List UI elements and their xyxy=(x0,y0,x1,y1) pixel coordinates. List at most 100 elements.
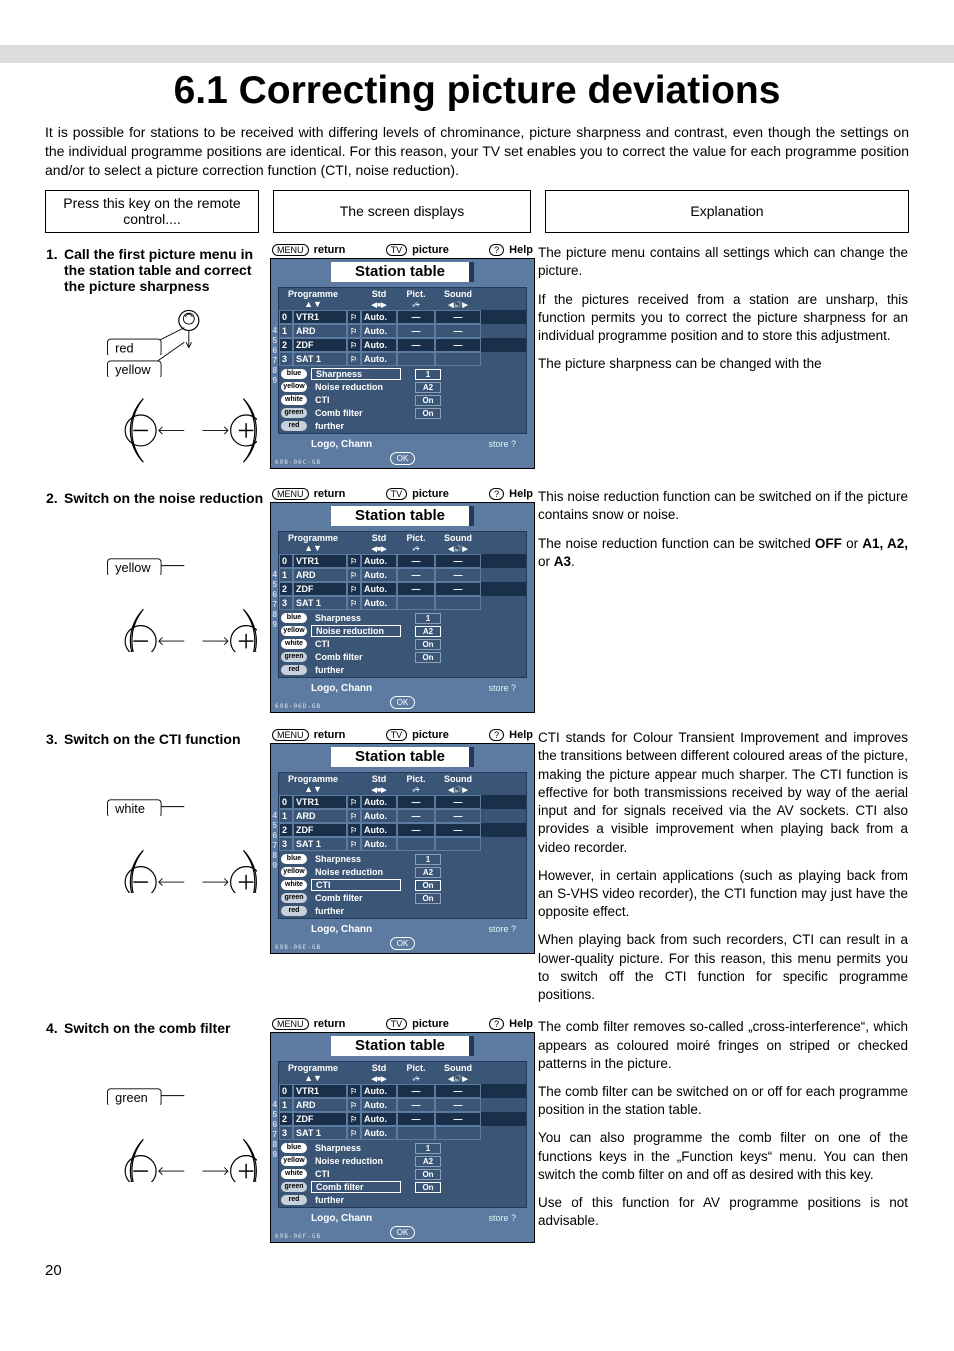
step-heading: 1. Call the first picture menu in the st… xyxy=(46,246,267,294)
explanation-paragraph: When playing back from such recorders, C… xyxy=(538,931,908,1004)
menu-pill[interactable]: MENU xyxy=(272,729,309,741)
row-sound: — xyxy=(435,338,481,352)
flag-icon xyxy=(347,1112,361,1126)
setting-label: further xyxy=(311,1195,401,1205)
yellow-chip[interactable]: yellow xyxy=(281,382,307,392)
osd-head-std: Std◀■▶ xyxy=(361,532,397,554)
tv-pill[interactable]: TV xyxy=(386,1018,408,1030)
help-label: Help xyxy=(509,729,533,741)
osd-head-sound: Sound◀🔊▶ xyxy=(435,1062,481,1084)
help-pill[interactable]: ? xyxy=(489,1018,504,1030)
red-chip[interactable]: red xyxy=(281,1195,307,1205)
tv-pill[interactable]: TV xyxy=(386,488,408,500)
osd-head-prog: Programme▲▼ xyxy=(279,532,347,554)
row-num: 3 xyxy=(279,1126,293,1140)
green-chip[interactable]: green xyxy=(281,893,307,903)
help-pill[interactable]: ? xyxy=(489,729,504,741)
row-num: 0 xyxy=(279,1084,293,1098)
flag-icon xyxy=(347,310,361,324)
row-name: SAT 1 xyxy=(293,352,347,366)
tv-pill[interactable]: TV xyxy=(386,729,408,741)
step-heading: 2. Switch on the noise reduction xyxy=(46,490,267,506)
blue-chip[interactable]: blue xyxy=(281,369,307,379)
row-num: 0 xyxy=(279,310,293,324)
row-std: Auto. xyxy=(361,837,397,851)
row-pict xyxy=(397,352,435,366)
row-std: Auto. xyxy=(361,1112,397,1126)
help-pill[interactable]: ? xyxy=(489,488,504,500)
help-pill[interactable]: ? xyxy=(489,244,504,256)
red-chip[interactable]: red xyxy=(281,421,307,431)
setting-value: On xyxy=(415,639,441,650)
row-sound: — xyxy=(435,1112,481,1126)
row-num: 2 xyxy=(279,582,293,596)
blue-chip[interactable]: blue xyxy=(281,613,307,623)
osd-head-sound: Sound◀🔊▶ xyxy=(435,773,481,795)
setting-value: On xyxy=(415,652,441,663)
green-chip[interactable]: green xyxy=(281,408,307,418)
white-chip[interactable]: white xyxy=(281,639,307,649)
setting-label: CTI xyxy=(311,1169,401,1179)
blue-chip[interactable]: blue xyxy=(281,1143,307,1153)
green-chip[interactable]: green xyxy=(281,652,307,662)
setting-value: 1 xyxy=(415,854,441,865)
red-chip[interactable]: red xyxy=(281,906,307,916)
flag-icon xyxy=(347,823,361,837)
step-heading: 4. Switch on the comb filter xyxy=(46,1020,267,1036)
green-chip[interactable]: green xyxy=(281,1182,307,1192)
flag-icon xyxy=(347,795,361,809)
setting-value: On xyxy=(415,1169,441,1180)
return-label: return xyxy=(314,244,346,256)
setting-label: Noise reduction xyxy=(311,625,401,637)
row-name: ZDF xyxy=(293,1112,347,1126)
yellow-chip[interactable]: yellow xyxy=(281,1156,307,1166)
row-pict: — xyxy=(397,795,435,809)
row-std: Auto. xyxy=(361,310,397,324)
setting-label: Sharpness xyxy=(311,1143,401,1153)
row-std: Auto. xyxy=(361,324,397,338)
white-chip[interactable]: white xyxy=(281,880,307,890)
col-head-left: Press this key on the remote control.... xyxy=(45,190,259,234)
step-heading: 3. Switch on the CTI function xyxy=(46,731,267,747)
setting-value: 1 xyxy=(415,613,441,624)
picture-label: picture xyxy=(412,1018,449,1030)
row-pict: — xyxy=(397,338,435,352)
setting-label: Sharpness xyxy=(311,854,401,864)
white-chip[interactable]: white xyxy=(281,1169,307,1179)
flag-icon xyxy=(347,324,361,338)
row-sound: — xyxy=(435,582,481,596)
osd-screen: Station table 456789 Programme▲▼ Std◀■▶ … xyxy=(270,258,535,469)
setting-value: 1 xyxy=(415,1143,441,1154)
blue-chip[interactable]: blue xyxy=(281,854,307,864)
row-std: Auto. xyxy=(361,809,397,823)
white-chip[interactable]: white xyxy=(281,395,307,405)
menu-pill[interactable]: MENU xyxy=(272,488,309,500)
row-pict: — xyxy=(397,568,435,582)
row-pict: — xyxy=(397,1112,435,1126)
row-pict: — xyxy=(397,310,435,324)
tv-pill[interactable]: TV xyxy=(386,244,408,256)
row-std: Auto. xyxy=(361,582,397,596)
help-label: Help xyxy=(509,488,533,500)
row-name: VTR1 xyxy=(293,310,347,324)
yellow-chip[interactable]: yellow xyxy=(281,626,307,636)
help-label: Help xyxy=(509,1018,533,1030)
osd-screen: Station table 456789 Programme▲▼ Std◀■▶ … xyxy=(270,502,535,713)
menu-pill[interactable]: MENU xyxy=(272,244,309,256)
menu-pill[interactable]: MENU xyxy=(272,1018,309,1030)
row-name: VTR1 xyxy=(293,795,347,809)
row-sound: — xyxy=(435,568,481,582)
row-num: 1 xyxy=(279,568,293,582)
ok-button[interactable]: OK xyxy=(390,937,416,950)
ok-button[interactable]: OK xyxy=(390,696,416,709)
ok-button[interactable]: OK xyxy=(390,452,416,465)
header-gray-band xyxy=(0,45,954,63)
row-pict: — xyxy=(397,823,435,837)
setting-value: On xyxy=(415,1182,441,1193)
ok-button[interactable]: OK xyxy=(390,1226,416,1239)
red-chip[interactable]: red xyxy=(281,665,307,675)
setting-label: Noise reduction xyxy=(311,1156,401,1166)
yellow-chip[interactable]: yellow xyxy=(281,867,307,877)
explanation-paragraph: The noise reduction function can be swit… xyxy=(538,535,908,571)
flag-icon xyxy=(347,1098,361,1112)
